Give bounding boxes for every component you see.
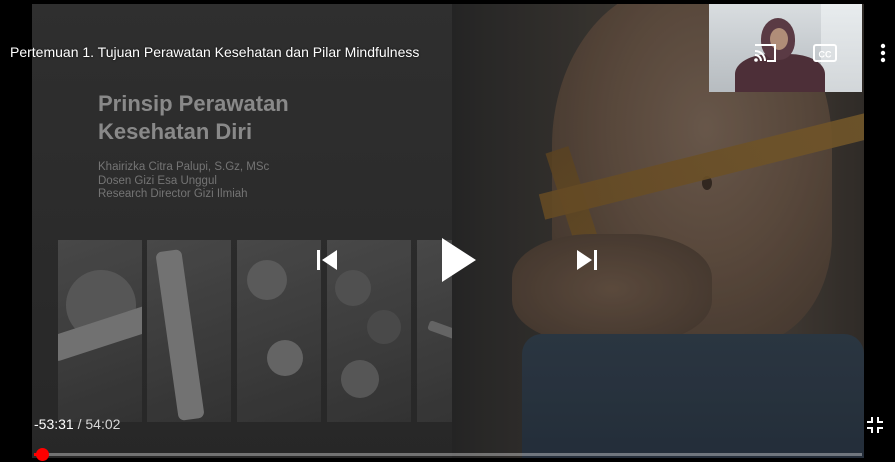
progress-bar[interactable] bbox=[34, 448, 862, 461]
skip-next-icon bbox=[577, 250, 597, 270]
progress-scrubber-handle[interactable] bbox=[36, 448, 50, 461]
time-duration: 54:02 bbox=[85, 416, 121, 432]
skip-previous-icon bbox=[317, 250, 337, 270]
closed-captions-button[interactable]: CC bbox=[808, 38, 842, 68]
cast-button[interactable] bbox=[748, 38, 782, 68]
time-display: -53:31 / 54:02 bbox=[34, 416, 120, 432]
exit-fullscreen-icon bbox=[867, 417, 883, 433]
play-icon bbox=[442, 238, 476, 282]
video-player[interactable]: Prinsip Perawatan Kesehatan Diri Khairiz… bbox=[0, 0, 895, 462]
exit-fullscreen-button[interactable] bbox=[862, 412, 888, 438]
next-video-button[interactable] bbox=[566, 240, 606, 280]
play-button[interactable] bbox=[432, 232, 484, 288]
time-remaining: -53:31 bbox=[34, 416, 74, 432]
cast-icon bbox=[754, 44, 776, 62]
previous-video-button[interactable] bbox=[308, 240, 348, 280]
video-title: Pertemuan 1. Tujuan Perawatan Kesehatan … bbox=[10, 44, 420, 60]
more-vert-icon bbox=[880, 43, 886, 63]
time-separator: / bbox=[73, 416, 86, 432]
cc-label: CC bbox=[819, 50, 832, 60]
closed-captions-icon: CC bbox=[813, 44, 837, 62]
more-options-button[interactable] bbox=[874, 38, 892, 68]
